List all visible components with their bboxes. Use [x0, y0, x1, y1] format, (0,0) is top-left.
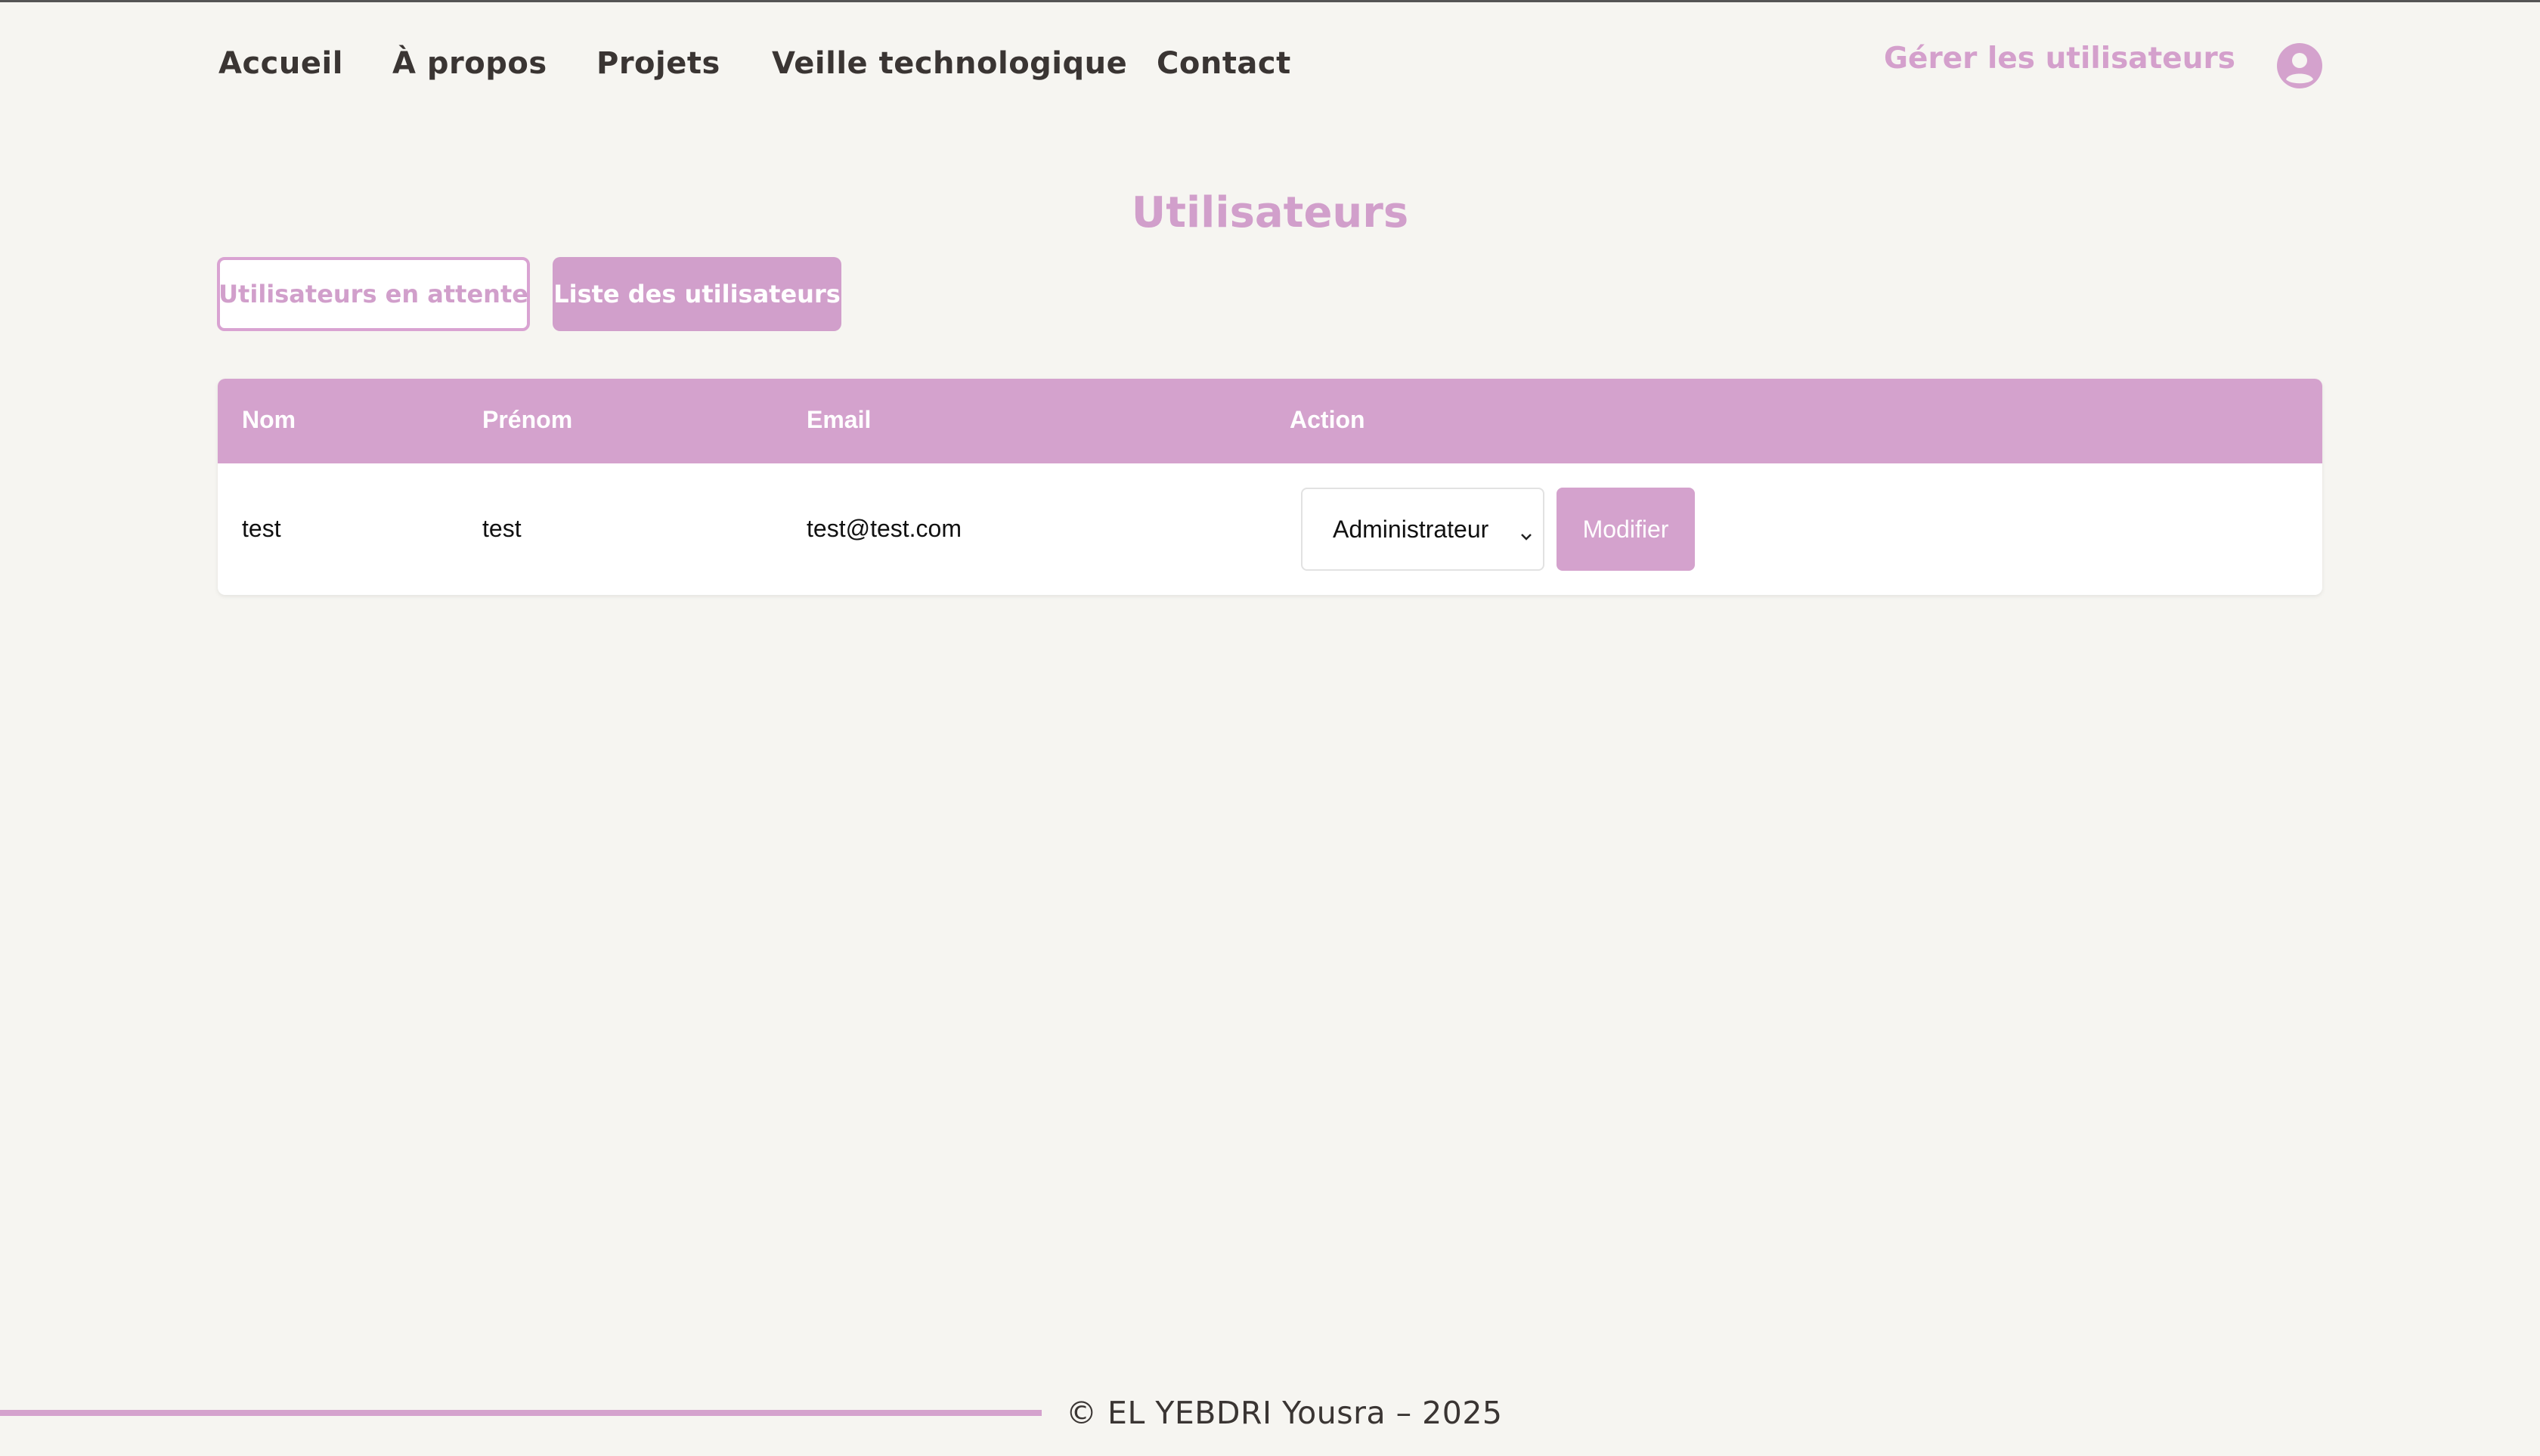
role-select[interactable]: Administrateur: [1301, 488, 1544, 571]
footer-copyright: © EL YEBDRI Yousra – 2025: [1066, 1395, 1503, 1431]
nav-item-accueil[interactable]: Accueil: [218, 46, 343, 81]
users-table: Nom Prénom Email Action test test test@t…: [218, 379, 2322, 595]
user-circle-icon[interactable]: [2277, 43, 2322, 88]
cell-prenom: test: [482, 515, 522, 542]
chevron-down-icon: [1519, 522, 1534, 541]
cell-email: test@test.com: [807, 515, 962, 542]
nav-item-projets[interactable]: Projets: [596, 46, 720, 81]
cell-nom: test: [242, 515, 281, 542]
header-action: Action: [1290, 406, 1365, 433]
table-header: Nom Prénom Email Action: [218, 379, 2322, 463]
page-title: Utilisateurs: [1131, 188, 1409, 237]
modify-button[interactable]: Modifier: [1557, 488, 1695, 571]
table-row: test test test@test.com Administrateur M…: [218, 463, 2322, 595]
tab-pending-users[interactable]: Utilisateurs en attente: [217, 257, 530, 331]
nav-item-a-propos[interactable]: À propos: [392, 46, 547, 81]
role-select-value: Administrateur: [1333, 515, 1489, 543]
header-email: Email: [807, 406, 872, 433]
manage-users-link[interactable]: Gérer les utilisateurs: [1884, 42, 2235, 76]
top-nav: Accueil À propos Projets Veille technolo…: [0, 2, 2540, 131]
footer-divider: [0, 1410, 1042, 1416]
header-prenom: Prénom: [482, 406, 573, 433]
tab-users-list[interactable]: Liste des utilisateurs: [553, 257, 841, 331]
nav-item-veille-technologique[interactable]: Veille technologique: [772, 46, 1127, 81]
nav-item-contact[interactable]: Contact: [1157, 46, 1291, 81]
header-nom: Nom: [242, 406, 296, 433]
